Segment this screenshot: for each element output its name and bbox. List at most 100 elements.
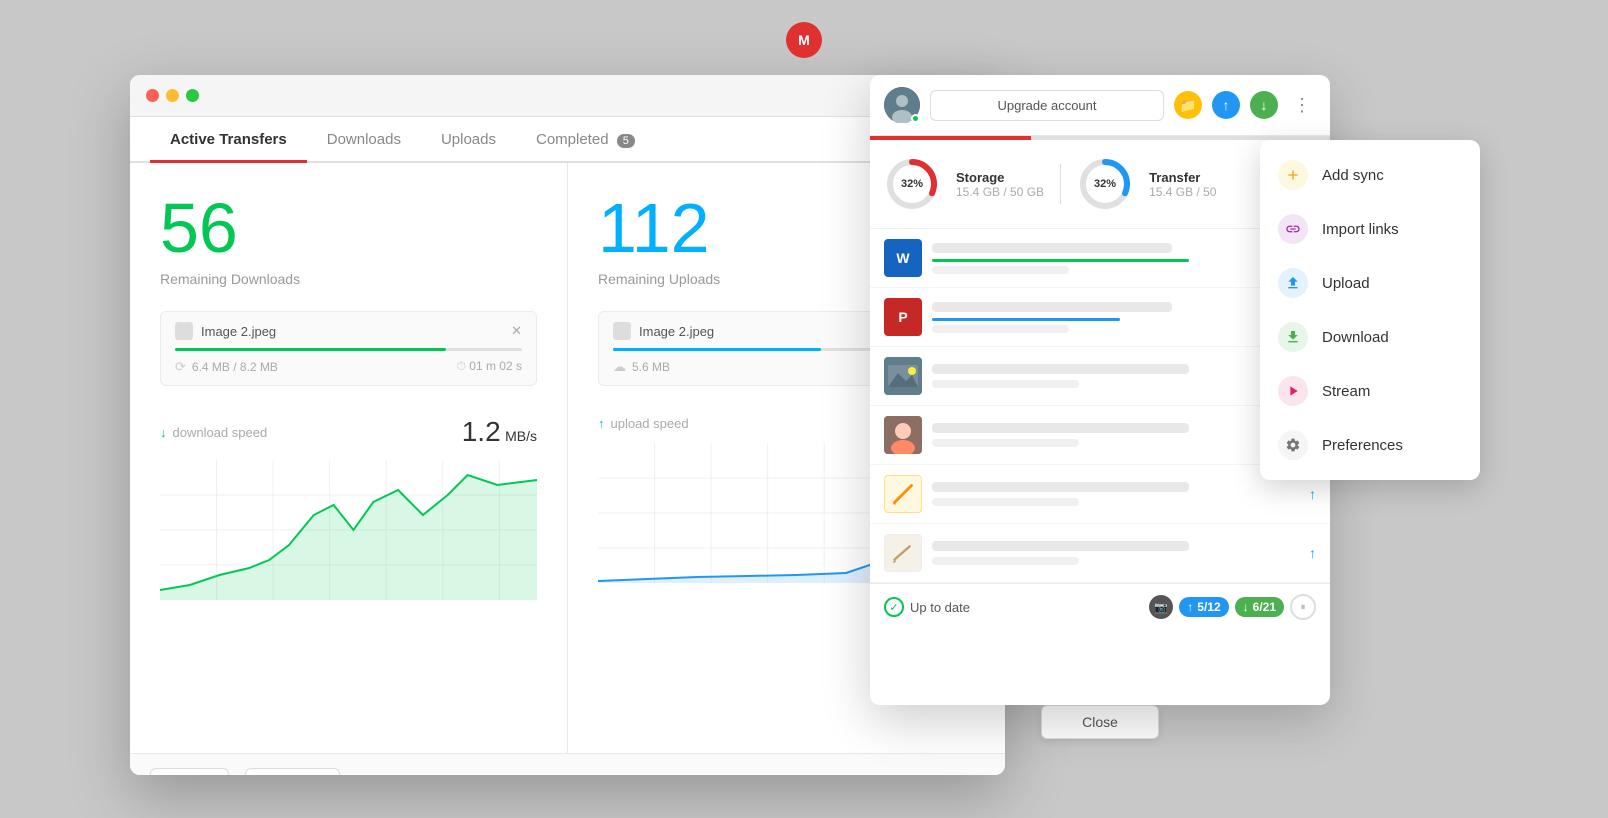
transfer-donut: 32% bbox=[1077, 156, 1133, 212]
downloads-panel: 56 Remaining Downloads Image 2.jpeg ✕ bbox=[130, 163, 568, 753]
file-size-placeholder bbox=[932, 266, 1069, 274]
online-indicator bbox=[911, 114, 920, 123]
upload-size: 5.6 MB bbox=[632, 360, 670, 374]
file-size-placeholder bbox=[932, 557, 1079, 565]
pause-button[interactable]: ⏸ Pause bbox=[150, 768, 229, 775]
sync-icon-button[interactable]: 📁 bbox=[1174, 91, 1202, 119]
storage-info: Storage 15.4 GB / 50 GB bbox=[956, 170, 1044, 199]
dropdown-menu: Add sync Import links Upload bbox=[1260, 140, 1480, 480]
tab-downloads[interactable]: Downloads bbox=[307, 117, 421, 163]
download-transfer-item: Image 2.jpeg ✕ ⟳ 6.4 MB / 8.2 MB ⏱ bbox=[160, 311, 537, 386]
close-button[interactable] bbox=[146, 89, 159, 102]
upload-progress-fill bbox=[613, 348, 821, 351]
file-info bbox=[932, 243, 1274, 274]
remaining-downloads-label: Remaining Downloads bbox=[160, 271, 537, 287]
file-size-placeholder bbox=[932, 439, 1079, 447]
menu-item-download[interactable]: Download bbox=[1260, 310, 1480, 364]
file-thumbnail-pdf bbox=[884, 475, 922, 513]
uploads-count-badge: ↑ 5/12 bbox=[1179, 597, 1228, 617]
add-sync-icon bbox=[1278, 160, 1308, 190]
file-name-placeholder bbox=[932, 423, 1189, 433]
upload-action-icon: ↑ bbox=[1309, 486, 1316, 502]
menu-item-add-sync[interactable]: Add sync bbox=[1260, 148, 1480, 202]
download-time: ⏱ 01 m 02 s bbox=[457, 359, 522, 375]
menu-item-stream[interactable]: Stream bbox=[1260, 364, 1480, 418]
avatar bbox=[884, 87, 920, 123]
upload-icon bbox=[1278, 268, 1308, 298]
menu-item-import-links[interactable]: Import links bbox=[1260, 202, 1480, 256]
file-progress-green bbox=[932, 259, 1189, 262]
stream-icon bbox=[1278, 376, 1308, 406]
storage-divider bbox=[1060, 164, 1061, 204]
file-name-placeholder bbox=[932, 243, 1172, 253]
list-item[interactable]: ↑ bbox=[870, 524, 1330, 583]
tab-active-transfers[interactable]: Active Transfers bbox=[150, 117, 307, 163]
storage-donut: 32% bbox=[884, 156, 940, 212]
transfer-percent: 32% bbox=[1094, 178, 1116, 190]
more-options-button[interactable]: ⋮ bbox=[1288, 91, 1316, 119]
file-name-placeholder bbox=[932, 364, 1189, 374]
mega-header: Upgrade account 📁 ↑ ↓ ⋮ bbox=[870, 75, 1330, 136]
close-transfer-button[interactable]: ✕ bbox=[511, 323, 522, 339]
upload-file-name: Image 2.jpeg bbox=[613, 322, 714, 340]
import-links-icon bbox=[1278, 214, 1308, 244]
download-speed-section: ↓ download speed 1.2 MB/s bbox=[160, 416, 537, 733]
close-panel-button[interactable]: Close bbox=[1041, 705, 1159, 739]
upload-speed-label: ↑ upload speed bbox=[598, 416, 689, 431]
download-speed-value: 1.2 MB/s bbox=[462, 416, 537, 448]
download-icon bbox=[1278, 322, 1308, 352]
upload-icon-button[interactable]: ↑ bbox=[1212, 91, 1240, 119]
file-progress-blue bbox=[932, 318, 1120, 321]
upload-arrow: ↑ bbox=[1187, 600, 1193, 614]
file-action: ↑ bbox=[1309, 545, 1316, 561]
file-thumbnail-img2 bbox=[884, 416, 922, 454]
minimize-button[interactable] bbox=[166, 89, 179, 102]
menu-item-preferences[interactable]: Preferences bbox=[1260, 418, 1480, 472]
clear-all-button[interactable]: ✕ Clear all bbox=[245, 768, 340, 775]
camera-icon: 📷 bbox=[1149, 595, 1173, 619]
file-action: ↑ bbox=[1309, 486, 1316, 502]
storage-percent: 32% bbox=[901, 178, 923, 190]
downloads-count-badge: ↓ 6/21 bbox=[1235, 597, 1284, 617]
tab-completed[interactable]: Completed 5 bbox=[516, 117, 655, 163]
download-size: 6.4 MB / 8.2 MB bbox=[192, 360, 278, 374]
preferences-icon bbox=[1278, 430, 1308, 460]
file-name-placeholder bbox=[932, 541, 1189, 551]
menu-item-upload[interactable]: Upload bbox=[1260, 256, 1480, 310]
up-to-date-status: ✓ Up to date bbox=[884, 597, 1141, 617]
file-info bbox=[932, 423, 1299, 447]
header-action-icons: 📁 ↑ ↓ ⋮ bbox=[1174, 91, 1316, 119]
download-speed-chart bbox=[160, 460, 537, 600]
close-button-area: Close bbox=[870, 705, 1330, 739]
download-file-name: Image 2.jpeg bbox=[175, 322, 276, 340]
file-size-placeholder bbox=[932, 380, 1079, 388]
check-circle-icon: ✓ bbox=[884, 597, 904, 617]
completed-badge: 5 bbox=[617, 134, 635, 148]
file-thumbnail-ppt: P bbox=[884, 298, 922, 336]
upload-action-icon: ↑ bbox=[1309, 545, 1316, 561]
download-meta: ⟳ 6.4 MB / 8.2 MB ⏱ 01 m 02 s bbox=[175, 359, 522, 375]
file-thumbnail-img1 bbox=[884, 357, 922, 395]
maximize-button[interactable] bbox=[186, 89, 199, 102]
mega-footer: ✓ Up to date 📷 ↑ 5/12 ↓ 6/21 ⏸ bbox=[870, 583, 1330, 630]
download-icon-button[interactable]: ↓ bbox=[1250, 91, 1278, 119]
bottom-toolbar: ⏸ Pause ✕ Clear all bbox=[130, 753, 1005, 775]
tab-uploads[interactable]: Uploads bbox=[421, 117, 516, 163]
footer-pause-button[interactable]: ⏸ bbox=[1290, 594, 1316, 620]
download-arrow: ↓ bbox=[1243, 600, 1249, 614]
mega-logo: M bbox=[786, 22, 822, 58]
file-info bbox=[932, 541, 1299, 565]
download-progress-track bbox=[175, 348, 522, 351]
file-size-placeholder bbox=[932, 325, 1069, 333]
file-info bbox=[932, 302, 1274, 333]
file-size-placeholder bbox=[932, 498, 1079, 506]
file-thumbnail-word: W bbox=[884, 239, 922, 277]
transfer-info: Transfer 15.4 GB / 50 bbox=[1149, 170, 1216, 199]
transfer-counts: 📷 ↑ 5/12 ↓ 6/21 ⏸ bbox=[1149, 594, 1316, 620]
download-speed-label: ↓ download speed bbox=[160, 425, 267, 440]
upgrade-account-button[interactable]: Upgrade account bbox=[930, 90, 1164, 121]
file-info bbox=[932, 364, 1299, 388]
file-name-placeholder bbox=[932, 302, 1172, 312]
remaining-downloads-count: 56 bbox=[160, 193, 537, 263]
file-icon bbox=[175, 322, 193, 340]
